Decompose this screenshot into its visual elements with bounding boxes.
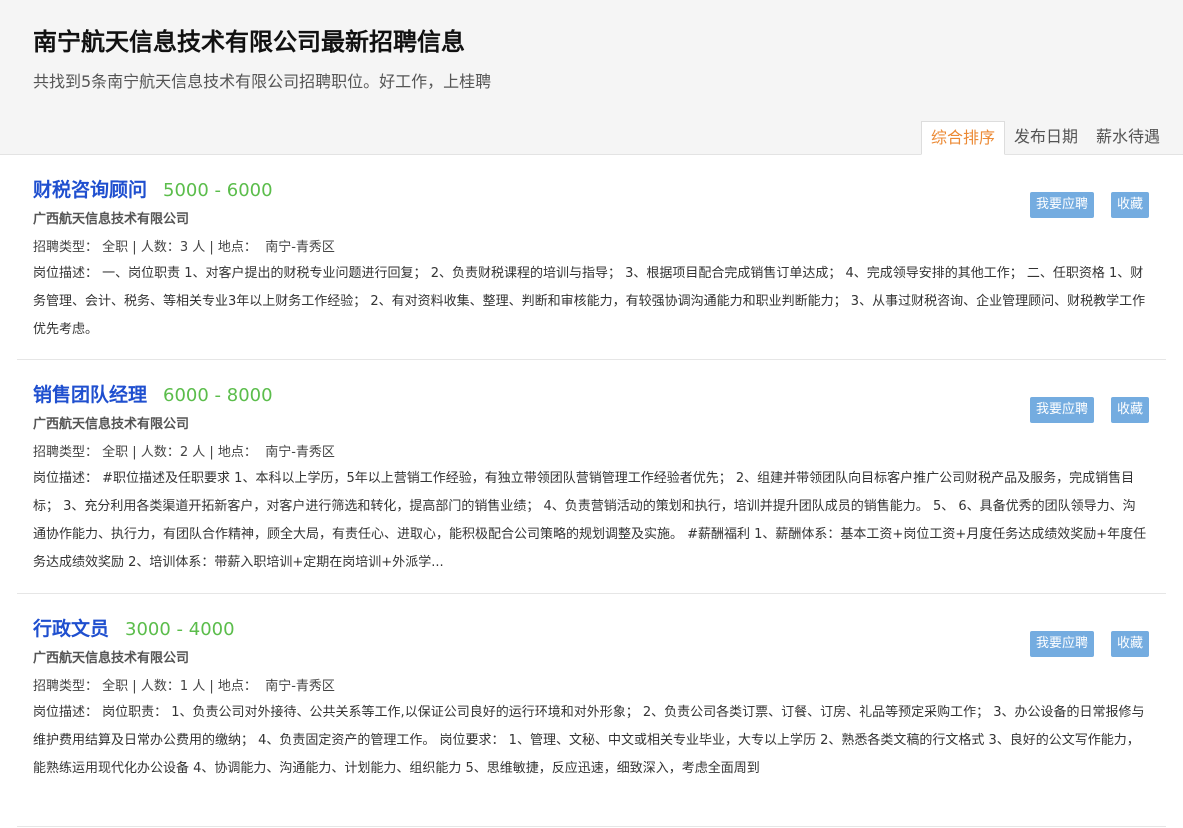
job-title-link[interactable]: 行政文员 (33, 614, 109, 641)
tab-publish-date[interactable]: 发布日期 (1005, 121, 1087, 155)
desc-label: 岗位描述： (33, 705, 99, 720)
count-label: 人数： (140, 240, 180, 255)
job-type: 全职 (102, 679, 129, 694)
location-label: 地点： (217, 240, 257, 255)
count-label: 人数： (140, 445, 180, 460)
job-location: 南宁-青秀区 (265, 679, 335, 694)
type-label: 招聘类型： (33, 240, 99, 255)
favorite-button[interactable]: 收藏 (1110, 631, 1149, 657)
job-company: 广西航天信息技术有限公司 (33, 417, 190, 432)
desc-text: #职位描述及任职要求 1、本科以上学历，5年以上营销工作经验，有独立带领团队营销… (33, 471, 1147, 570)
job-actions: 我要应聘 收藏 (1029, 631, 1149, 657)
job-company: 广西航天信息技术有限公司 (33, 651, 190, 666)
tab-salary[interactable]: 薪水待遇 (1087, 121, 1169, 155)
job-item: 销售团队经理 6000 - 8000 广西航天信息技术有限公司 招聘类型： 全职… (17, 360, 1166, 594)
job-salary: 5000 - 6000 (163, 180, 273, 201)
job-type: 全职 (102, 240, 129, 255)
job-meta: 招聘类型： 全职 | 人数：2 人 | 地点： 南宁-青秀区 (33, 445, 335, 460)
favorite-button[interactable]: 收藏 (1110, 192, 1149, 218)
type-label: 招聘类型： (33, 445, 99, 460)
page-subtitle: 共找到5条南宁航天信息技术有限公司招聘职位。好工作，上桂聘 (33, 72, 492, 91)
job-company: 广西航天信息技术有限公司 (33, 212, 190, 227)
job-meta: 招聘类型： 全职 | 人数：1 人 | 地点： 南宁-青秀区 (33, 679, 335, 694)
job-count: 3 人 (179, 240, 206, 255)
favorite-button[interactable]: 收藏 (1110, 397, 1149, 423)
job-actions: 我要应聘 收藏 (1029, 397, 1149, 423)
job-salary: 6000 - 8000 (163, 385, 273, 406)
job-count: 2 人 (179, 445, 206, 460)
location-label: 地点： (217, 445, 257, 460)
job-title-link[interactable]: 财税咨询顾问 (33, 175, 147, 202)
job-description: 岗位描述： #职位描述及任职要求 1、本科以上学历，5年以上营销工作经验，有独立… (33, 465, 1148, 577)
apply-button[interactable]: 我要应聘 (1029, 631, 1094, 657)
desc-text: 一、岗位职责 1、对客户提出的财税专业问题进行回复； 2、负责财税课程的培训与指… (33, 266, 1146, 337)
job-location: 南宁-青秀区 (265, 445, 335, 460)
sort-tabs: 综合排序 发布日期 薪水待遇 (920, 121, 1169, 155)
page-header: 南宁航天信息技术有限公司最新招聘信息 共找到5条南宁航天信息技术有限公司招聘职位… (0, 0, 1183, 155)
count-label: 人数： (140, 679, 180, 694)
apply-button[interactable]: 我要应聘 (1029, 192, 1094, 218)
tab-comprehensive-sort[interactable]: 综合排序 (920, 121, 1005, 155)
job-salary: 3000 - 4000 (125, 619, 235, 640)
type-label: 招聘类型： (33, 679, 99, 694)
job-actions: 我要应聘 收藏 (1029, 192, 1149, 218)
job-title-link[interactable]: 销售团队经理 (33, 380, 147, 407)
page-title: 南宁航天信息技术有限公司最新招聘信息 (33, 28, 465, 56)
job-item: 行政文员 3000 - 4000 广西航天信息技术有限公司 招聘类型： 全职 |… (17, 594, 1166, 827)
job-type: 全职 (102, 445, 129, 460)
desc-text: 岗位职责： 1、负责公司对外接待、公共关系等工作,以保证公司良好的运行环境和对外… (33, 705, 1145, 776)
job-meta: 招聘类型： 全职 | 人数：3 人 | 地点： 南宁-青秀区 (33, 240, 335, 255)
desc-label: 岗位描述： (33, 471, 99, 486)
location-label: 地点： (217, 679, 257, 694)
job-location: 南宁-青秀区 (265, 240, 335, 255)
job-list: 财税咨询顾问 5000 - 6000 广西航天信息技术有限公司 招聘类型： 全职… (0, 155, 1183, 827)
desc-label: 岗位描述： (33, 266, 99, 281)
apply-button[interactable]: 我要应聘 (1029, 397, 1094, 423)
job-description: 岗位描述： 一、岗位职责 1、对客户提出的财税专业问题进行回复； 2、负责财税课… (33, 260, 1148, 344)
job-count: 1 人 (179, 679, 206, 694)
job-item: 财税咨询顾问 5000 - 6000 广西航天信息技术有限公司 招聘类型： 全职… (17, 155, 1166, 360)
job-description: 岗位描述： 岗位职责： 1、负责公司对外接待、公共关系等工作,以保证公司良好的运… (33, 699, 1148, 783)
